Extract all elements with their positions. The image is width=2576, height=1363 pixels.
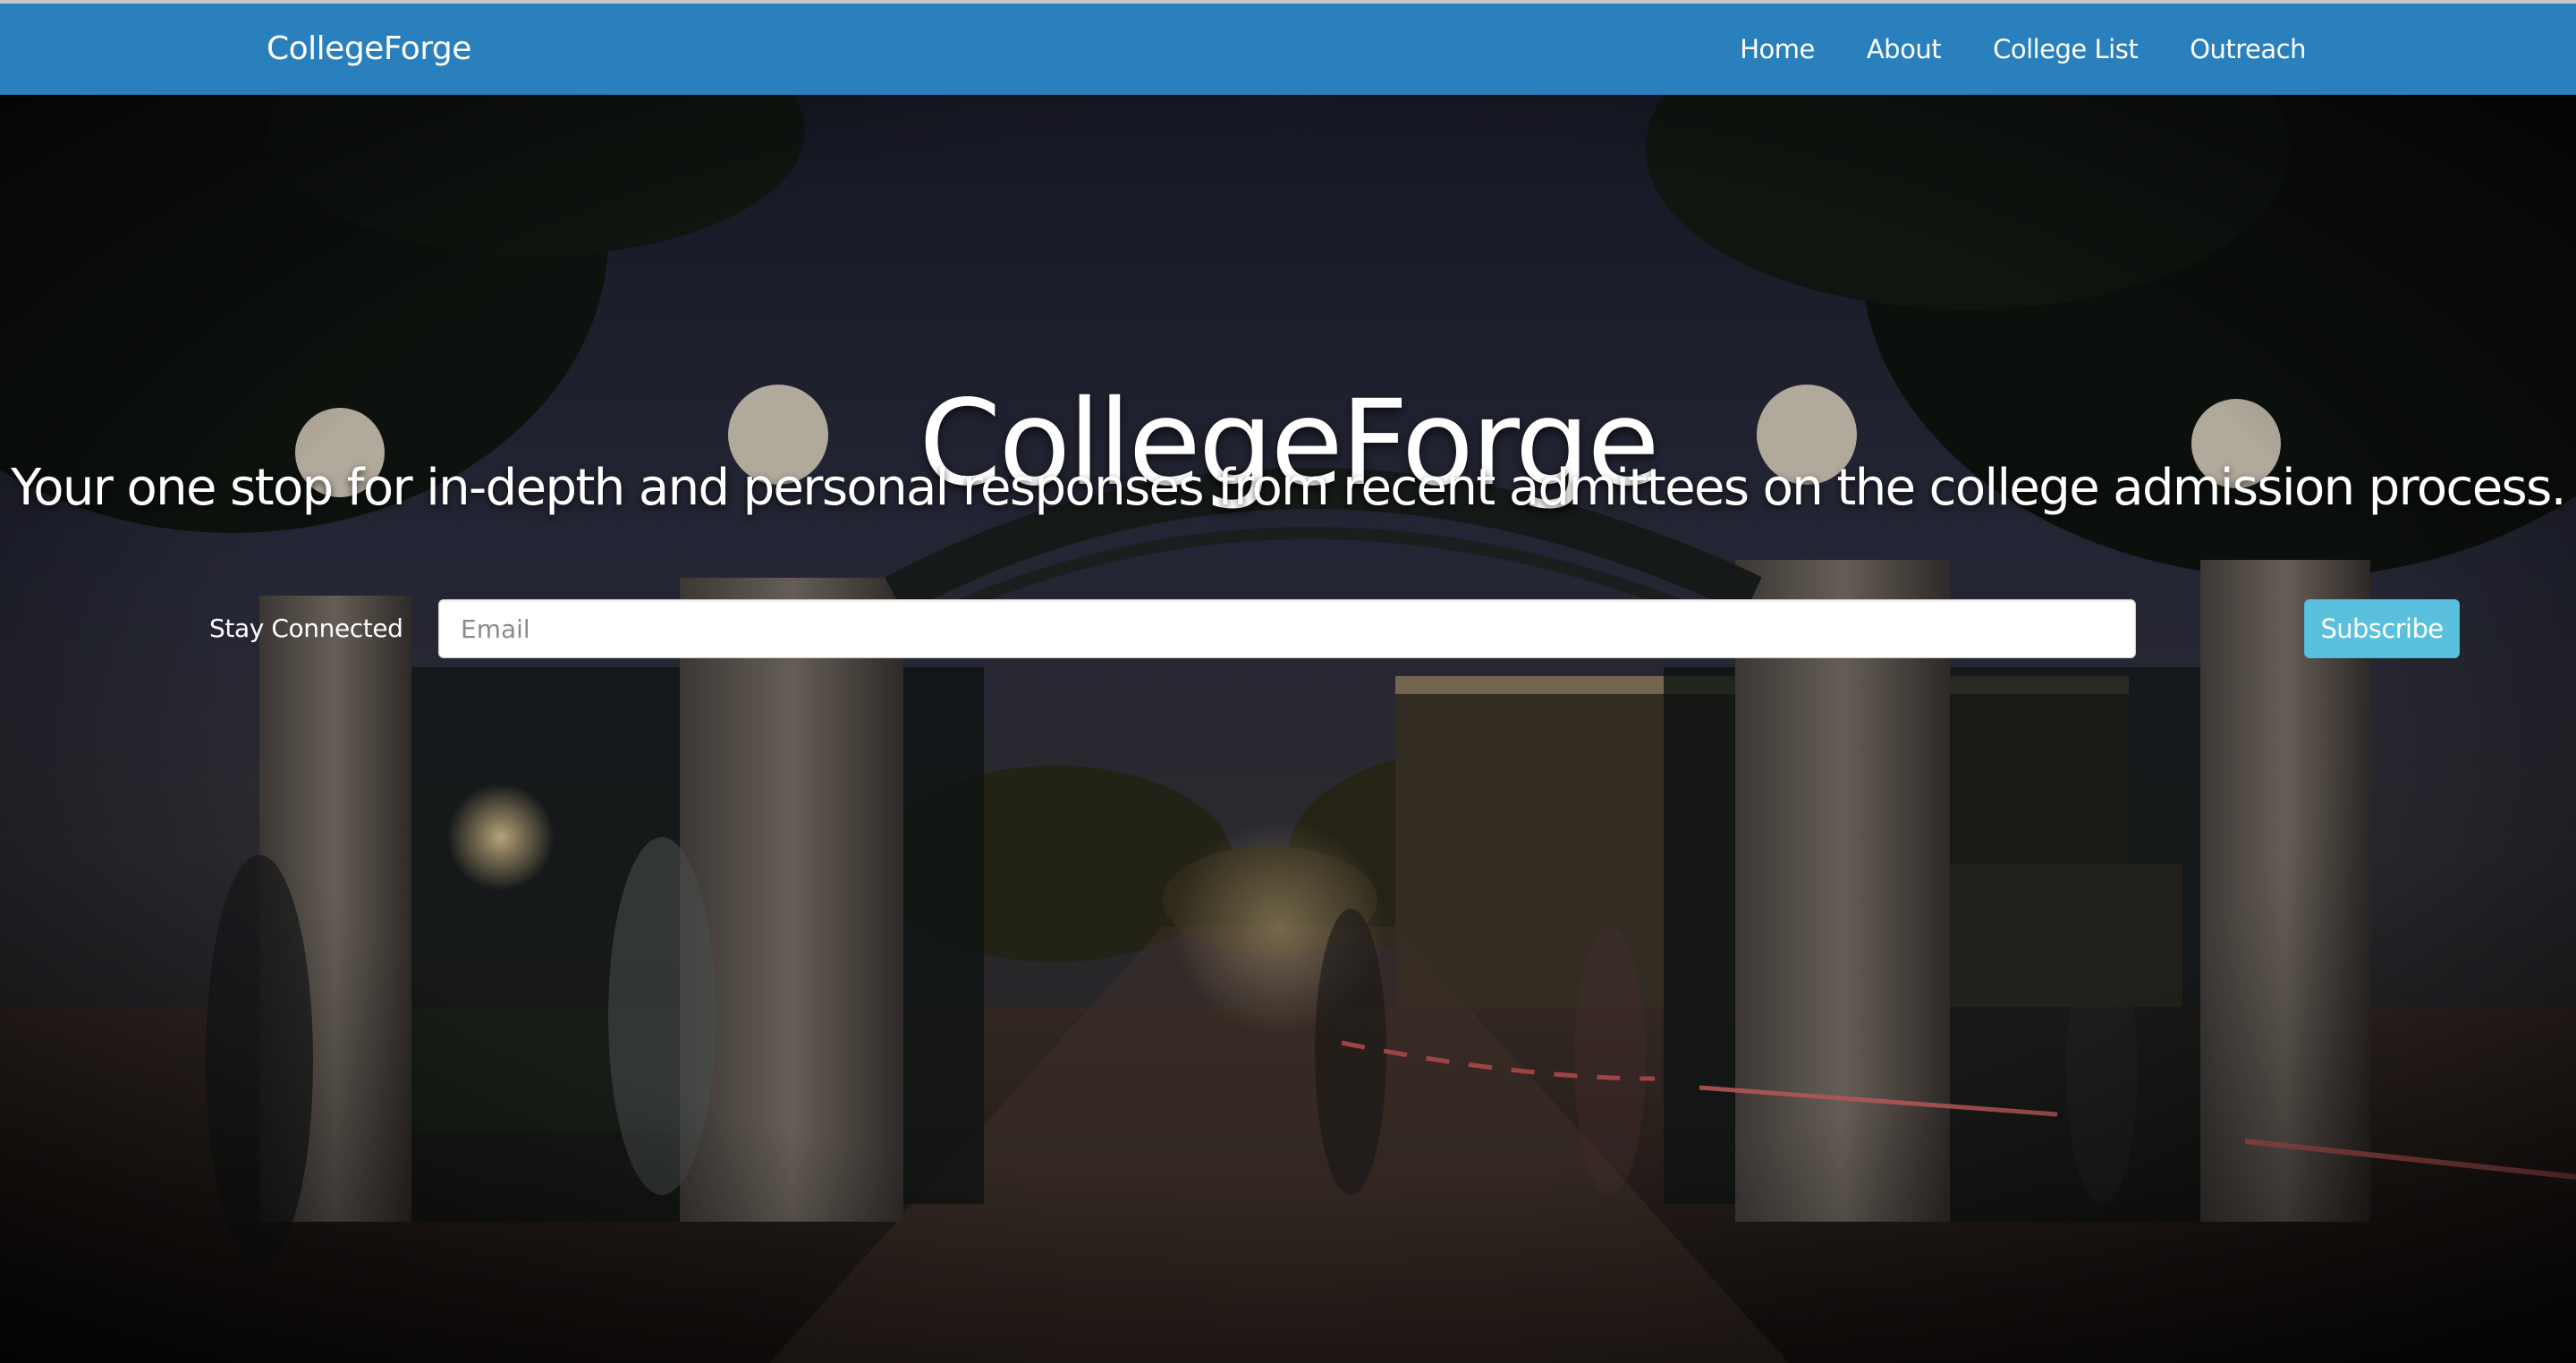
nav-links: Home About College List Outreach (1740, 4, 2306, 95)
navbar-brand[interactable]: CollegeForge (267, 4, 471, 95)
email-input[interactable] (438, 599, 2136, 658)
window-top-edge (0, 0, 2576, 4)
subscribe-form: Stay Connected Subscribe (0, 597, 2576, 660)
navbar: CollegeForge Home About College List Out… (0, 4, 2576, 95)
hero-darken-overlay (0, 95, 2576, 1363)
stay-connected-label: Stay Connected (209, 614, 403, 643)
nav-link-home[interactable]: Home (1740, 34, 1815, 64)
nav-link-about[interactable]: About (1867, 34, 1942, 64)
page: CollegeForge Home About College List Out… (0, 0, 2576, 1363)
hero-section: CollegeForge Your one stop for in-depth … (0, 95, 2576, 1363)
nav-link-college-list[interactable]: College List (1993, 34, 2139, 64)
hero-subtitle: Your one stop for in-depth and personal … (11, 459, 2566, 517)
nav-link-outreach[interactable]: Outreach (2190, 34, 2306, 64)
subscribe-button[interactable]: Subscribe (2304, 599, 2460, 658)
